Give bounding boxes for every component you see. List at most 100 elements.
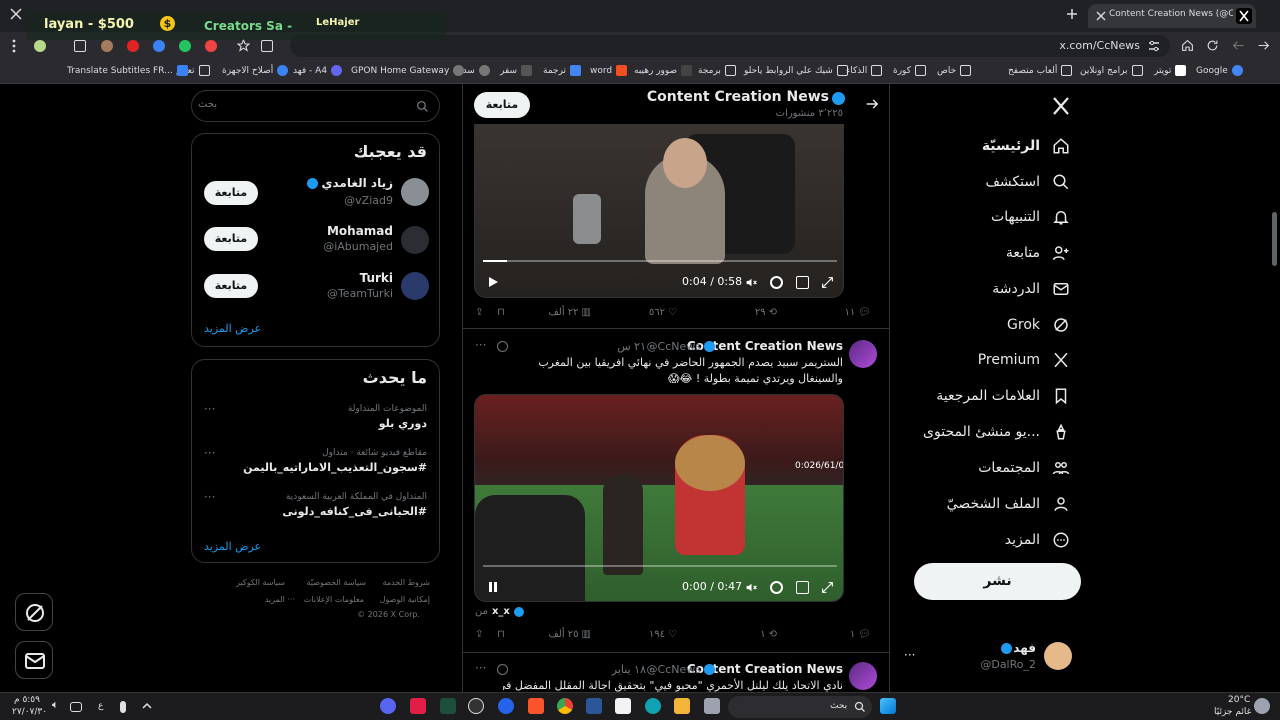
file-explorer-icon[interactable] bbox=[674, 698, 690, 714]
bookmark-item[interactable]: كورة bbox=[893, 65, 926, 76]
fullscreen-icon[interactable] bbox=[821, 276, 834, 289]
bookmark-item[interactable]: شيك علي الروابط ياحلو bbox=[744, 65, 848, 76]
bookmark-button[interactable]: ⊓ bbox=[497, 307, 505, 318]
tab-close-icon[interactable] bbox=[1096, 11, 1106, 21]
back-arrow-icon[interactable] bbox=[865, 97, 879, 111]
follow-button[interactable]: متابعة bbox=[474, 92, 530, 118]
bookmark-item[interactable]: فهد - A4 bbox=[293, 65, 343, 76]
more-options-icon[interactable]: ··· bbox=[204, 402, 215, 416]
share-button[interactable]: ⇪ bbox=[475, 629, 483, 640]
footer-link[interactable]: سياسة الخصوصيّة bbox=[307, 578, 366, 587]
avatar[interactable] bbox=[849, 662, 877, 690]
avatar[interactable] bbox=[401, 178, 429, 206]
home-button-icon[interactable] bbox=[1181, 39, 1194, 52]
follow-button[interactable]: متابعة bbox=[204, 181, 258, 205]
app-store-icon[interactable] bbox=[615, 698, 631, 714]
nav-more[interactable]: المزيد bbox=[1005, 526, 1070, 554]
grok-float-button[interactable] bbox=[15, 593, 53, 631]
tweet-handle[interactable]: @CcNews bbox=[647, 663, 701, 676]
bookmark-item[interactable]: GPON Home Gateway bbox=[351, 65, 465, 76]
x-logo-icon[interactable] bbox=[1051, 96, 1071, 116]
grok-icon[interactable] bbox=[497, 341, 508, 352]
page-scrollbar[interactable] bbox=[1272, 212, 1277, 266]
nav-chat[interactable]: الدردشة bbox=[992, 275, 1070, 303]
bookmark-item[interactable]: برامج اونلاين bbox=[1080, 65, 1143, 76]
play-icon[interactable] bbox=[487, 276, 499, 288]
footer-link[interactable]: سياسة الكوكيز bbox=[236, 578, 285, 587]
follow-button[interactable]: متابعة bbox=[204, 227, 258, 251]
show-more-link[interactable]: عرض المزيد bbox=[204, 322, 261, 335]
share-button[interactable]: ⇪ bbox=[475, 307, 483, 318]
more-options-icon[interactable]: ··· bbox=[475, 661, 486, 675]
progress-track[interactable] bbox=[483, 260, 837, 262]
app-red-icon[interactable] bbox=[410, 698, 426, 714]
video-player[interactable]: 0:026/61/0 0:00 / 0:47 bbox=[474, 394, 844, 602]
nav-explore[interactable]: استكشف bbox=[985, 168, 1070, 196]
like-button[interactable]: ١٩٤ ♡ bbox=[649, 629, 677, 640]
mute-icon[interactable] bbox=[745, 276, 758, 289]
task-view-icon[interactable] bbox=[704, 698, 720, 714]
bookmark-item[interactable]: Google bbox=[1196, 65, 1243, 76]
app-discord-icon[interactable] bbox=[380, 698, 396, 714]
app-edge-ring-icon[interactable] bbox=[498, 698, 514, 714]
mute-icon[interactable] bbox=[745, 581, 758, 594]
bookmark-item[interactable]: صوور رهيبه bbox=[634, 65, 693, 76]
fullscreen-icon[interactable] bbox=[821, 581, 834, 594]
bookmark-item[interactable]: Translate Subtitles FR... bbox=[67, 65, 188, 76]
star-bookmark-icon[interactable] bbox=[237, 39, 250, 52]
bookmark-item[interactable]: الذكاء bbox=[846, 65, 883, 76]
volume-icon[interactable]: 🔈︎ bbox=[52, 698, 68, 714]
nav-grok[interactable]: Grok bbox=[1007, 311, 1070, 339]
suggestion-name[interactable]: Mohamad bbox=[327, 224, 393, 238]
taskbar-search[interactable]: بحث bbox=[728, 696, 872, 718]
progress-track[interactable] bbox=[483, 565, 837, 567]
extension-b-icon[interactable] bbox=[127, 40, 139, 52]
bookmark-item[interactable]: سفر bbox=[500, 65, 533, 76]
suggestion-name[interactable]: Turki bbox=[360, 271, 393, 285]
follow-button[interactable]: متابعة bbox=[204, 274, 258, 298]
extension-e-icon[interactable] bbox=[205, 40, 217, 52]
nav-home[interactable]: الرئيسيّة bbox=[982, 132, 1070, 160]
extensions-icon[interactable] bbox=[74, 40, 86, 52]
reply-button[interactable]: ١ 💬︎ bbox=[850, 629, 871, 640]
trend-title[interactable]: #الحبانى_فى_كنافه_دلونى bbox=[282, 505, 427, 518]
footer-link[interactable]: ··· المزيد bbox=[265, 595, 295, 604]
nav-follow[interactable]: متابعة bbox=[1006, 239, 1070, 267]
windows-start-icon[interactable] bbox=[880, 698, 896, 714]
more-options-icon[interactable]: ··· bbox=[204, 490, 215, 504]
network-icon[interactable] bbox=[70, 702, 82, 712]
bookmark-item[interactable]: تويتر bbox=[1154, 65, 1187, 76]
bookmark-item[interactable]: ترجمة bbox=[543, 65, 582, 76]
avatar[interactable] bbox=[849, 340, 877, 368]
video-player[interactable]: 0:04 / 0:58 bbox=[474, 124, 844, 298]
extension-c-icon[interactable] bbox=[153, 40, 165, 52]
nav-creator-studio[interactable]: ...يو منشئ المحتوى bbox=[923, 418, 1070, 446]
more-options-icon[interactable]: ··· bbox=[204, 446, 215, 460]
trend-title[interactable]: #سجون_التعذيب_الاماراتيه_باليمن bbox=[243, 461, 427, 474]
popout-icon[interactable] bbox=[796, 276, 809, 289]
avatar[interactable] bbox=[401, 272, 429, 300]
bookmark-item[interactable]: ألعاب متصفح bbox=[1008, 65, 1073, 76]
retweet-button[interactable]: ١ ⟲ bbox=[760, 629, 777, 640]
bookmark-item[interactable]: خاص bbox=[937, 65, 972, 76]
grok-icon[interactable] bbox=[497, 664, 508, 675]
bookmark-button[interactable]: ⊓ bbox=[497, 629, 505, 640]
avatar[interactable] bbox=[401, 226, 429, 254]
nav-bookmarks[interactable]: العلامات المرجعية bbox=[936, 382, 1070, 410]
site-settings-icon[interactable] bbox=[1148, 40, 1160, 52]
settings-gear-icon[interactable] bbox=[770, 581, 783, 594]
trend-title[interactable]: دوري بلو bbox=[379, 417, 427, 430]
app-edge-icon[interactable] bbox=[645, 698, 661, 714]
share-page-icon[interactable] bbox=[261, 40, 273, 52]
suggestion-name[interactable]: زياد الغامدي bbox=[321, 176, 393, 190]
footer-link[interactable]: إمكانية الوصول bbox=[380, 595, 430, 604]
nav-profile[interactable]: الملف الشخصيّ bbox=[947, 490, 1070, 518]
chevron-up-icon[interactable] bbox=[142, 701, 152, 711]
input-language[interactable]: ع bbox=[98, 701, 103, 711]
microphone-icon[interactable] bbox=[120, 701, 126, 713]
messages-float-button[interactable] bbox=[15, 641, 53, 679]
forward-icon[interactable] bbox=[1232, 39, 1245, 52]
search-input[interactable]: بحث bbox=[191, 90, 440, 122]
more-options-icon[interactable]: ··· bbox=[904, 648, 915, 662]
trends-show-more-link[interactable]: عرض المزيد bbox=[204, 540, 261, 553]
